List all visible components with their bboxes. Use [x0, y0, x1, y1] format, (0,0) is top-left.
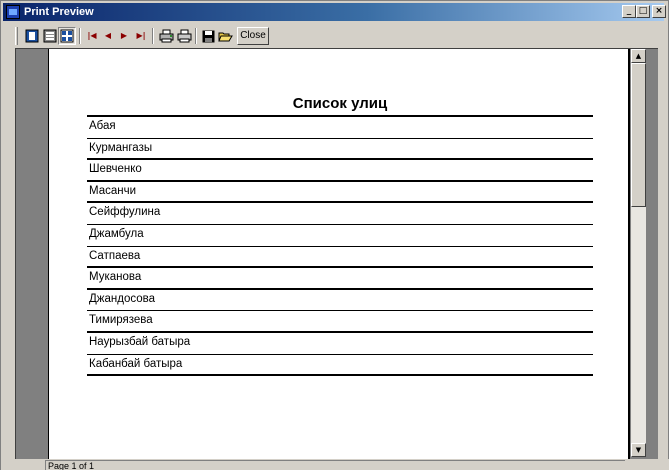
close-window-button[interactable]: ×	[652, 5, 666, 18]
street-name: Масанчи	[89, 184, 137, 197]
list-item: Кабанбай батыра	[87, 355, 593, 377]
list-item: Сатпаева	[87, 247, 593, 269]
list-item: Джамбула	[87, 225, 593, 247]
street-name: Кабанбай батыра	[89, 357, 183, 370]
printer-setup-button[interactable]	[157, 27, 175, 45]
two-pages-button[interactable]	[41, 27, 59, 45]
list-item: Наурызбай батыра	[87, 333, 593, 355]
toolbar-separator	[152, 28, 154, 44]
arrow-up-icon: ▲	[635, 52, 642, 60]
printer-icon	[177, 29, 191, 43]
save-button[interactable]	[199, 27, 217, 45]
print-preview-window: Print Preview _ □ × |◀ ◀ ▶ ▶| Close Спис…	[0, 0, 669, 470]
app-icon	[6, 5, 20, 19]
multi-pages-button[interactable]	[58, 27, 76, 45]
vertical-scrollbar[interactable]: ▲ ▼	[631, 49, 646, 457]
multi-pages-icon	[60, 29, 74, 43]
status-bar: Page 1 of 1	[1, 459, 669, 470]
close-button[interactable]: Close	[237, 27, 269, 45]
street-name: Тимирязева	[89, 314, 153, 327]
street-name: Джамбула	[89, 227, 144, 240]
first-page-icon: |◀	[87, 31, 97, 40]
street-name: Шевченко	[89, 163, 142, 176]
open-button[interactable]	[216, 27, 234, 45]
maximize-button[interactable]: □	[636, 5, 650, 18]
street-name: Абая	[89, 120, 116, 132]
list-item: Масанчи	[87, 182, 593, 204]
two-pages-icon	[43, 29, 57, 43]
scroll-down-button[interactable]: ▼	[631, 443, 646, 457]
prev-page-icon: ◀	[104, 31, 112, 40]
report-title: Список улиц	[292, 95, 388, 112]
toolbar: |◀ ◀ ▶ ▶| Close	[15, 25, 655, 47]
street-name: Сейффулина	[89, 206, 161, 219]
floppy-disk-icon	[202, 30, 214, 42]
list-item: Джандосова	[87, 290, 593, 312]
last-page-button[interactable]: ▶|	[132, 27, 150, 45]
arrow-down-icon: ▼	[635, 446, 642, 454]
last-page-icon: ▶|	[136, 31, 146, 40]
street-name: Муканова	[89, 271, 142, 284]
title-bar[interactable]: Print Preview _ □ ×	[3, 3, 666, 21]
minimize-button[interactable]: _	[622, 5, 636, 18]
list-item: Муканова	[87, 268, 593, 290]
list-item: Шевченко	[87, 160, 593, 182]
list-item: Сейффулина	[87, 203, 593, 225]
street-name: Сатпаева	[89, 249, 141, 262]
street-name: Курмангазы	[89, 141, 153, 154]
list-item: Абая	[87, 117, 593, 139]
window-title: Print Preview	[24, 6, 94, 18]
page-indicator: Page 1 of 1	[45, 460, 625, 470]
toolbar-separator	[79, 28, 81, 44]
list-item: Тимирязева	[87, 311, 593, 333]
print-button[interactable]	[175, 27, 193, 45]
single-page-icon	[25, 29, 39, 43]
next-page-button[interactable]: ▶	[115, 27, 133, 45]
list-item: Курмангазы	[87, 139, 593, 161]
single-page-button[interactable]	[23, 27, 41, 45]
toolbar-separator	[195, 28, 197, 44]
street-list: Абая Курмангазы Шевченко Масанчи Сейффул…	[87, 115, 593, 377]
street-name: Джандосова	[89, 292, 155, 305]
open-folder-icon	[217, 32, 233, 41]
next-page-icon: ▶	[120, 31, 128, 40]
report-page: Список улиц Абая Курмангазы Шевченко Мас…	[48, 49, 630, 459]
preview-viewport[interactable]: Список улиц Абая Курмангазы Шевченко Мас…	[15, 48, 658, 459]
street-name: Наурызбай батыра	[89, 335, 191, 348]
printer-setup-icon	[159, 29, 173, 43]
scroll-thumb[interactable]	[631, 63, 646, 207]
scroll-up-button[interactable]: ▲	[631, 49, 646, 63]
toolbar-grip[interactable]	[15, 27, 18, 45]
